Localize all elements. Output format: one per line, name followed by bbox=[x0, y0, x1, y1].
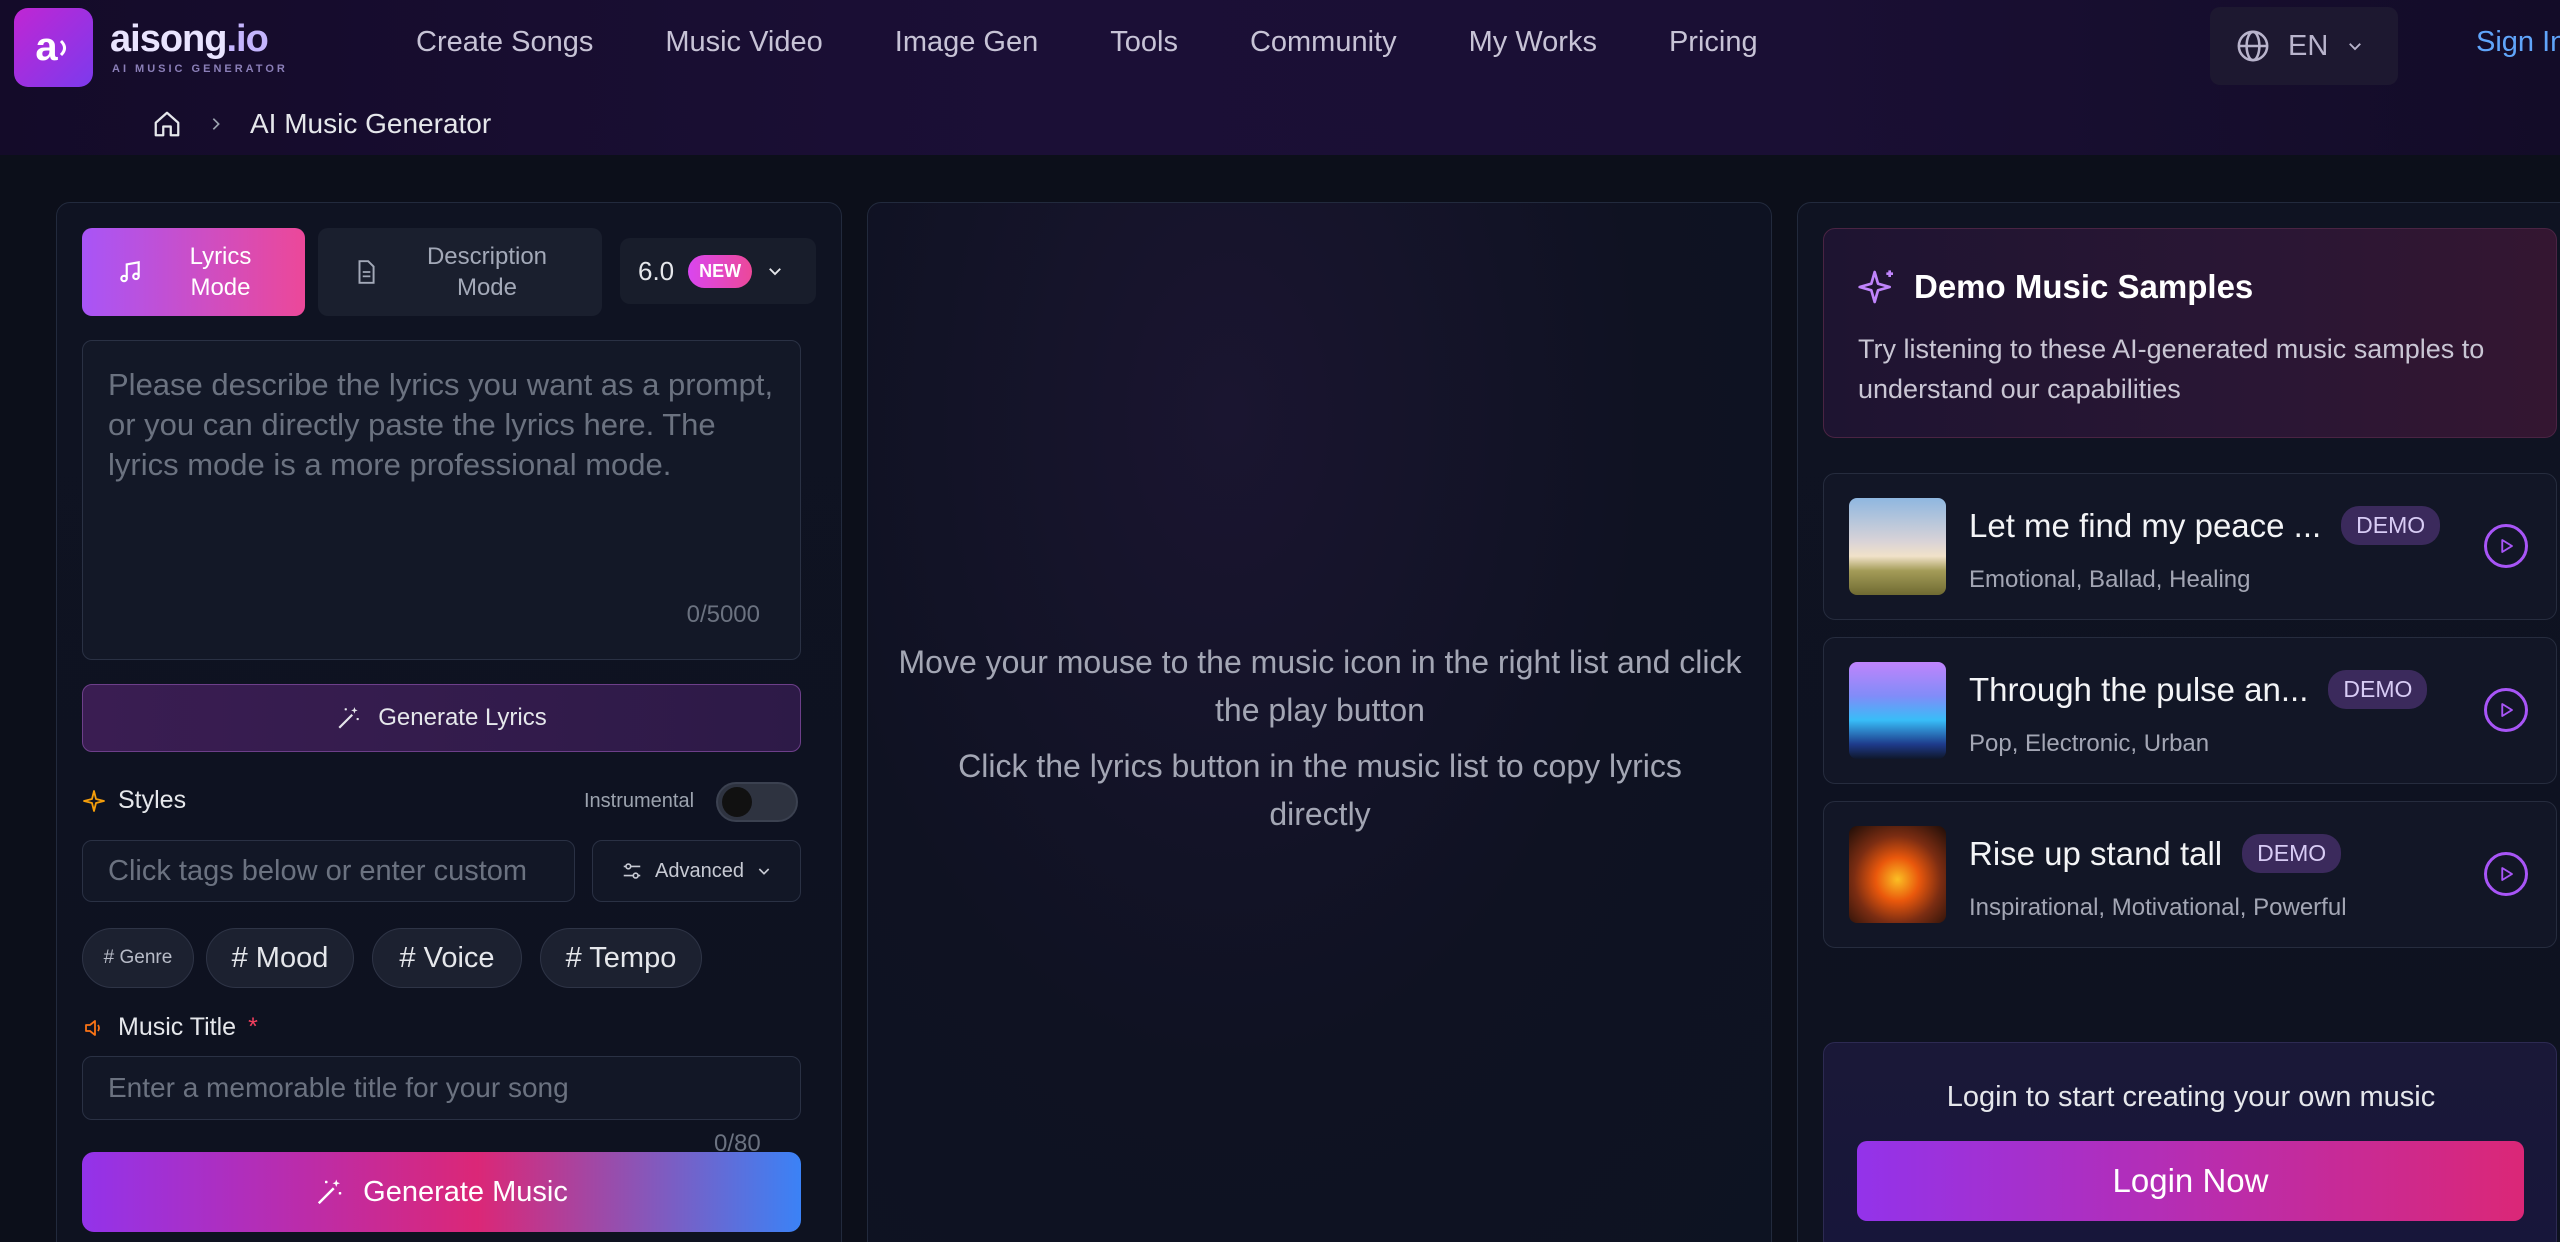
description-mode-label: Description Mode bbox=[426, 243, 548, 301]
breadcrumb: AI Music Generator bbox=[152, 108, 491, 140]
chevron-down-icon bbox=[758, 868, 770, 875]
description-mode-button[interactable]: Description Mode bbox=[318, 228, 602, 316]
play-icon[interactable] bbox=[2484, 524, 2528, 568]
music-title-input[interactable]: Enter a memorable title for your song bbox=[82, 1056, 801, 1120]
lyrics-textarea[interactable]: Please describe the lyrics you want as a… bbox=[82, 340, 801, 660]
play-triangle-icon bbox=[2501, 703, 2513, 717]
language-label: EN bbox=[2288, 29, 2329, 62]
login-prompt: Login to start creating your own music bbox=[1946, 1081, 2436, 1113]
demo-title: Demo Music Samples bbox=[1858, 267, 2253, 307]
play-icon[interactable] bbox=[2484, 688, 2528, 732]
song-title-row: Let me find my peace ... DEMO bbox=[1969, 506, 2441, 545]
sparkle-icon bbox=[83, 789, 105, 812]
demo-badge: DEMO bbox=[2328, 670, 2428, 709]
nav-image-gen[interactable]: Image Gen bbox=[895, 26, 1038, 59]
song-title: Through the pulse an... bbox=[1969, 670, 2309, 708]
nav-pricing[interactable]: Pricing bbox=[1669, 26, 1758, 59]
instrumental-label: Instrumental bbox=[584, 790, 695, 812]
nav-community[interactable]: Community bbox=[1250, 26, 1397, 59]
tag-chip-genre[interactable]: # Genre bbox=[82, 928, 194, 988]
song-tags: Emotional, Ballad, Healing bbox=[1969, 566, 2251, 593]
logo-icon[interactable]: a bbox=[14, 8, 93, 87]
logo-mark: a bbox=[35, 25, 58, 69]
tag-chip-mood[interactable]: # Mood bbox=[206, 928, 354, 988]
demo-badge: DEMO bbox=[2341, 506, 2441, 545]
logo-wordmark[interactable]: aisong.io bbox=[110, 18, 269, 61]
play-triangle-icon bbox=[2501, 867, 2513, 881]
chevron-down-icon bbox=[769, 268, 782, 276]
version-selector[interactable]: 6.0 NEW bbox=[620, 238, 816, 304]
magic-wand-icon bbox=[338, 707, 359, 729]
sparkles-icon bbox=[1858, 270, 1893, 304]
generate-lyrics-button[interactable]: Generate Lyrics bbox=[82, 684, 801, 752]
demo-song-card[interactable]: Let me find my peace ... DEMO Emotional,… bbox=[1823, 473, 2557, 620]
play-icon[interactable] bbox=[2484, 852, 2528, 896]
song-cover-image bbox=[1849, 826, 1946, 923]
nav-music-video[interactable]: Music Video bbox=[665, 26, 822, 59]
version-value: 6.0 bbox=[638, 255, 675, 286]
styles-label: Styles bbox=[118, 786, 187, 814]
demo-description: Try listening to these AI-generated musi… bbox=[1858, 334, 2485, 404]
chevron-right-icon bbox=[212, 118, 220, 130]
demo-header-card: Demo Music Samples Try listening to thes… bbox=[1823, 228, 2557, 438]
music-note-icon bbox=[119, 260, 140, 283]
song-tags: Pop, Electronic, Urban bbox=[1969, 730, 2210, 757]
breadcrumb-current: AI Music Generator bbox=[250, 108, 492, 139]
play-triangle-icon bbox=[2501, 539, 2513, 553]
nav-create-songs[interactable]: Create Songs bbox=[416, 26, 593, 59]
language-selector[interactable]: EN bbox=[2210, 7, 2398, 85]
advanced-button[interactable]: Advanced bbox=[592, 840, 801, 902]
song-title-row: Rise up stand tall DEMO bbox=[1969, 834, 2342, 873]
song-title-row: Through the pulse an... DEMO bbox=[1969, 670, 2428, 709]
magic-wand-icon bbox=[318, 1179, 342, 1205]
preview-hint-lyrics: Click the lyrics button in the music lis… bbox=[958, 748, 1682, 832]
main-nav: Create Songs Music Video Image Gen Tools… bbox=[416, 26, 1830, 59]
styles-heading: Styles bbox=[82, 786, 186, 815]
demo-song-card[interactable]: Rise up stand tall DEMO Inspirational, M… bbox=[1823, 801, 2557, 948]
lyrics-placeholder: Please describe the lyrics you want as a… bbox=[108, 367, 774, 482]
styles-tags-input[interactable]: Click tags below or enter custom bbox=[82, 840, 575, 902]
required-mark: * bbox=[248, 1013, 258, 1041]
nav-my-works[interactable]: My Works bbox=[1469, 26, 1597, 59]
sliders-icon bbox=[623, 863, 641, 879]
logo-tagline: AI MUSIC GENERATOR bbox=[112, 63, 288, 75]
preview-hint-play: Move your mouse to the music icon in the… bbox=[898, 644, 1742, 728]
music-title-label: Music Title bbox=[118, 1013, 237, 1041]
lyrics-char-count: 0/5000 bbox=[686, 601, 760, 628]
lyrics-mode-button[interactable]: Lyrics Mode bbox=[82, 228, 305, 316]
generate-music-label: Generate Music bbox=[363, 1175, 568, 1208]
top-navigation-bar: a aisong.io AI MUSIC GENERATOR Create So… bbox=[0, 0, 2560, 155]
demo-title-label: Demo Music Samples bbox=[1914, 268, 2254, 305]
song-title: Let me find my peace ... bbox=[1969, 506, 2322, 544]
instrumental-toggle[interactable] bbox=[716, 782, 798, 822]
sign-in-link[interactable]: Sign In bbox=[2476, 26, 2560, 59]
speaker-icon bbox=[85, 1019, 100, 1036]
song-cover-image bbox=[1849, 498, 1946, 595]
sound-wave-icon bbox=[59, 39, 66, 56]
document-icon bbox=[358, 260, 375, 284]
tag-chip-tempo[interactable]: # Tempo bbox=[540, 928, 702, 988]
chevron-down-icon bbox=[2349, 43, 2362, 51]
demo-song-card[interactable]: Through the pulse an... DEMO Pop, Electr… bbox=[1823, 637, 2557, 784]
toggle-knob bbox=[722, 787, 752, 817]
logo-name: aisong bbox=[110, 18, 227, 60]
styles-row: Styles Instrumental bbox=[82, 782, 801, 822]
lyrics-mode-label: Lyrics Mode bbox=[189, 243, 252, 301]
demo-badge: DEMO bbox=[2242, 834, 2342, 873]
music-title-heading: Music Title * bbox=[82, 1013, 258, 1042]
song-title: Rise up stand tall bbox=[1969, 834, 2223, 872]
nav-tools[interactable]: Tools bbox=[1110, 26, 1178, 59]
login-card: Login to start creating your own music L… bbox=[1823, 1042, 2557, 1242]
song-tags: Inspirational, Motivational, Powerful bbox=[1969, 894, 2347, 921]
advanced-label: Advanced bbox=[655, 859, 744, 882]
logo-tld: .io bbox=[226, 18, 268, 60]
globe-icon bbox=[2237, 30, 2269, 62]
home-icon[interactable] bbox=[152, 109, 182, 139]
song-cover-image bbox=[1849, 662, 1946, 759]
new-badge: NEW bbox=[688, 254, 753, 288]
generate-music-button[interactable]: Generate Music bbox=[82, 1152, 801, 1232]
generate-lyrics-label: Generate Lyrics bbox=[378, 704, 547, 731]
login-now-button[interactable]: Login Now bbox=[1857, 1141, 2524, 1221]
tag-chip-voice[interactable]: # Voice bbox=[372, 928, 522, 988]
